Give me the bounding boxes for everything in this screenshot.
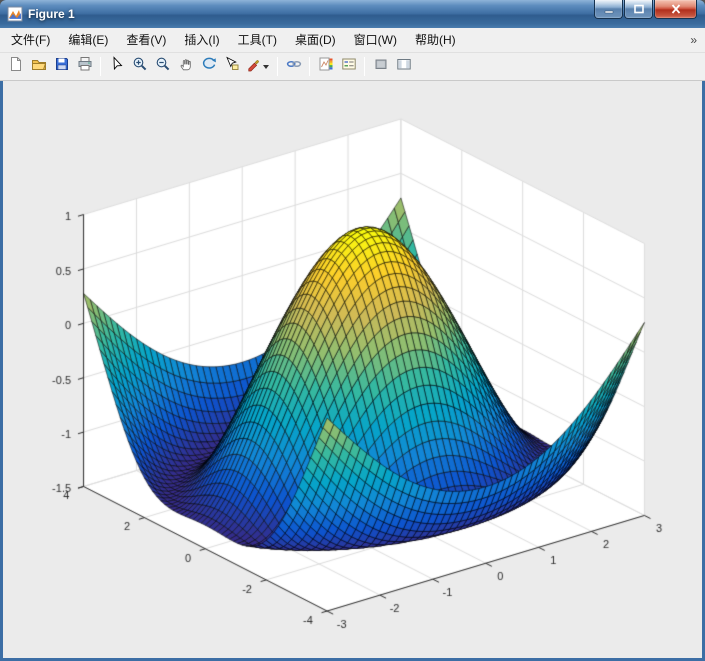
menu-item-window[interactable]: 窗口(W)	[345, 28, 406, 52]
brush-icon	[247, 56, 261, 77]
open-file-icon	[31, 56, 47, 77]
menu-item-edit[interactable]: 编辑(E)	[59, 28, 117, 52]
pan-button[interactable]	[174, 55, 197, 78]
edit-plot-button[interactable]	[105, 55, 128, 78]
show-plot-tools-button[interactable]	[392, 55, 415, 78]
menu-item-help[interactable]: 帮助(H)	[406, 28, 465, 52]
toolbar-separator	[309, 57, 310, 76]
window-controls	[593, 0, 697, 19]
save-icon	[54, 56, 70, 77]
window-title: Figure 1	[28, 7, 75, 21]
figure-toolbar	[0, 53, 705, 81]
surface-plot[interactable]	[3, 81, 702, 658]
menu-item-desktop[interactable]: 桌面(D)	[286, 28, 345, 52]
brush-dropdown-caret[interactable]	[263, 64, 269, 69]
new-figure-icon	[8, 56, 24, 77]
zoom-in-icon	[132, 56, 148, 77]
menu-item-file[interactable]: 文件(F)	[2, 28, 59, 52]
link-plots-icon	[286, 56, 302, 77]
link-plots-button[interactable]	[282, 55, 305, 78]
menu-item-insert[interactable]: 插入(I)	[175, 28, 228, 52]
figure-window: Figure 1 文件(F) 编辑(E) 查看(V) 插入(I) 工具(T) 桌…	[0, 0, 705, 661]
toolbar-separator	[100, 57, 101, 76]
zoom-in-button[interactable]	[128, 55, 151, 78]
toolbar-separator	[277, 57, 278, 76]
titlebar[interactable]: Figure 1	[0, 0, 705, 28]
figure-canvas-area	[3, 81, 702, 658]
minimize-button[interactable]	[594, 0, 623, 19]
new-figure-button[interactable]	[4, 55, 27, 78]
menu-item-tools[interactable]: 工具(T)	[229, 28, 286, 52]
maximize-button[interactable]	[624, 0, 653, 19]
show-plot-tools-icon	[396, 56, 412, 77]
insert-legend-button[interactable]	[337, 55, 360, 78]
print-figure-button[interactable]	[73, 55, 96, 78]
menu-item-view[interactable]: 查看(V)	[117, 28, 175, 52]
data-cursor-button[interactable]	[220, 55, 243, 78]
data-cursor-icon	[224, 56, 240, 77]
close-button[interactable]	[654, 0, 697, 19]
cursor-arrow-icon	[109, 56, 125, 77]
brush-button[interactable]	[243, 55, 273, 78]
insert-legend-icon	[341, 56, 357, 77]
rotate-3d-button[interactable]	[197, 55, 220, 78]
rotate-3d-icon	[201, 56, 217, 77]
hide-plot-tools-icon	[373, 56, 389, 77]
hide-plot-tools-button[interactable]	[369, 55, 392, 78]
insert-colorbar-icon	[318, 56, 334, 77]
menu-overflow-chevron[interactable]: »	[690, 33, 697, 47]
save-figure-button[interactable]	[50, 55, 73, 78]
toolbar-separator	[364, 57, 365, 76]
hand-pan-icon	[178, 56, 194, 77]
zoom-out-button[interactable]	[151, 55, 174, 78]
figure-app-icon	[7, 6, 23, 22]
insert-colorbar-button[interactable]	[314, 55, 337, 78]
print-icon	[77, 56, 93, 77]
menubar: 文件(F) 编辑(E) 查看(V) 插入(I) 工具(T) 桌面(D) 窗口(W…	[0, 28, 705, 53]
zoom-out-icon	[155, 56, 171, 77]
open-file-button[interactable]	[27, 55, 50, 78]
